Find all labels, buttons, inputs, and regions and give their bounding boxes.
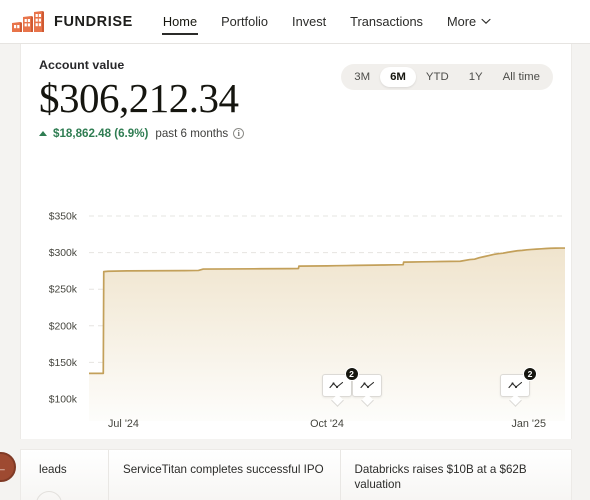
arrow-left-icon: ← xyxy=(0,459,8,475)
top-navigation-bar: FUNDRISE Home Portfolio Invest Transacti… xyxy=(0,0,590,44)
account-value-label: Account value xyxy=(39,58,125,72)
info-circle-icon[interactable]: i xyxy=(233,128,245,139)
account-value-amount: $306,212.34 xyxy=(39,75,239,121)
account-summary: Account value $306,212.34 $18,862.48 (6.… xyxy=(39,58,245,140)
chart-canvas: $350k $300k $250k $200k $150k $100k Jul '24 Oc… xyxy=(49,212,566,430)
y-axis-tick-label: $150k xyxy=(49,358,78,369)
nav-home[interactable]: Home xyxy=(161,12,199,35)
nav-transactions[interactable]: Transactions xyxy=(349,12,424,31)
fundrise-dashboard: FUNDRISE Home Portfolio Invest Transacti… xyxy=(0,0,590,500)
chart-event-marker-1[interactable]: 2 xyxy=(321,367,359,400)
account-value-card: Account value $306,212.34 $18,862.48 (6.… xyxy=(20,44,572,439)
range-option-alltime[interactable]: All time xyxy=(493,67,550,87)
y-axis-tick-label: $100k xyxy=(49,395,78,406)
news-item-1[interactable]: leads xyxy=(21,450,109,500)
card-header: Account value $306,212.34 $18,862.48 (6.… xyxy=(21,44,571,140)
news-item-3[interactable]: Databricks raises $10B at a $62B valuati… xyxy=(341,450,572,500)
fundrise-buildings-logo-icon xyxy=(12,10,44,32)
chart-y-axis-labels: $350k $300k $250k $200k $150k $100k xyxy=(49,212,78,406)
x-axis-tick-label: Jan '25 xyxy=(511,418,545,430)
brand-logo[interactable]: FUNDRISE xyxy=(11,10,133,33)
triangle-up-icon xyxy=(39,131,47,136)
chevron-down-icon xyxy=(481,18,491,24)
x-axis-tick-label: Oct '24 xyxy=(310,418,344,430)
news-prev-button[interactable]: ← xyxy=(0,452,16,482)
time-range-selector: 3M 6M YTD 1Y All time xyxy=(341,64,553,90)
y-axis-tick-label: $250k xyxy=(49,285,78,296)
range-option-1y[interactable]: 1Y xyxy=(459,67,493,87)
delta-amount: $18,862.48 (6.9%) xyxy=(53,127,149,140)
account-value-chart[interactable]: $350k $300k $250k $200k $150k $100k Jul '24 Oc… xyxy=(21,194,573,439)
delta-period: past 6 months xyxy=(155,127,229,140)
brand-name: FUNDRISE xyxy=(54,13,133,30)
marker-badge-count: 2 xyxy=(344,367,359,381)
news-item-2-text: ServiceTitan completes successful IPO xyxy=(123,463,324,476)
news-item-1-text: leads xyxy=(39,463,67,476)
y-axis-tick-label: $200k xyxy=(49,321,78,332)
news-item-3-text: Databricks raises $10B at a $62B valuati… xyxy=(354,463,527,491)
chart-event-marker-3[interactable]: 2 xyxy=(500,367,538,400)
nav-invest-label: Invest xyxy=(292,14,327,29)
nav-more[interactable]: More xyxy=(446,12,492,31)
range-option-ytd[interactable]: YTD xyxy=(416,67,459,87)
news-ticker-strip: leads ServiceTitan completes successful … xyxy=(20,449,572,500)
x-axis-tick-label: Jul '24 xyxy=(108,418,139,430)
marker-badge-count: 2 xyxy=(523,367,538,381)
range-option-6m[interactable]: 6M xyxy=(380,67,416,87)
range-option-3m[interactable]: 3M xyxy=(344,67,380,87)
nav-home-label: Home xyxy=(162,14,198,29)
nav-transactions-label: Transactions xyxy=(350,14,423,29)
nav-portfolio-label: Portfolio xyxy=(221,14,269,29)
nav-invest[interactable]: Invest xyxy=(291,12,327,31)
line-chart-icon xyxy=(507,381,522,389)
y-axis-tick-label: $300k xyxy=(49,248,78,259)
line-chart-icon xyxy=(329,381,344,389)
news-item-2[interactable]: ServiceTitan completes successful IPO xyxy=(109,450,341,500)
account-value-change: $18,862.48 (6.9%) past 6 months i xyxy=(39,127,245,140)
nav-more-label: More xyxy=(446,14,477,29)
nav-portfolio[interactable]: Portfolio xyxy=(220,12,269,31)
line-chart-icon xyxy=(360,381,375,389)
y-axis-tick-label: $350k xyxy=(49,212,78,223)
main-nav: Home Portfolio Invest Transactions More xyxy=(161,12,514,35)
